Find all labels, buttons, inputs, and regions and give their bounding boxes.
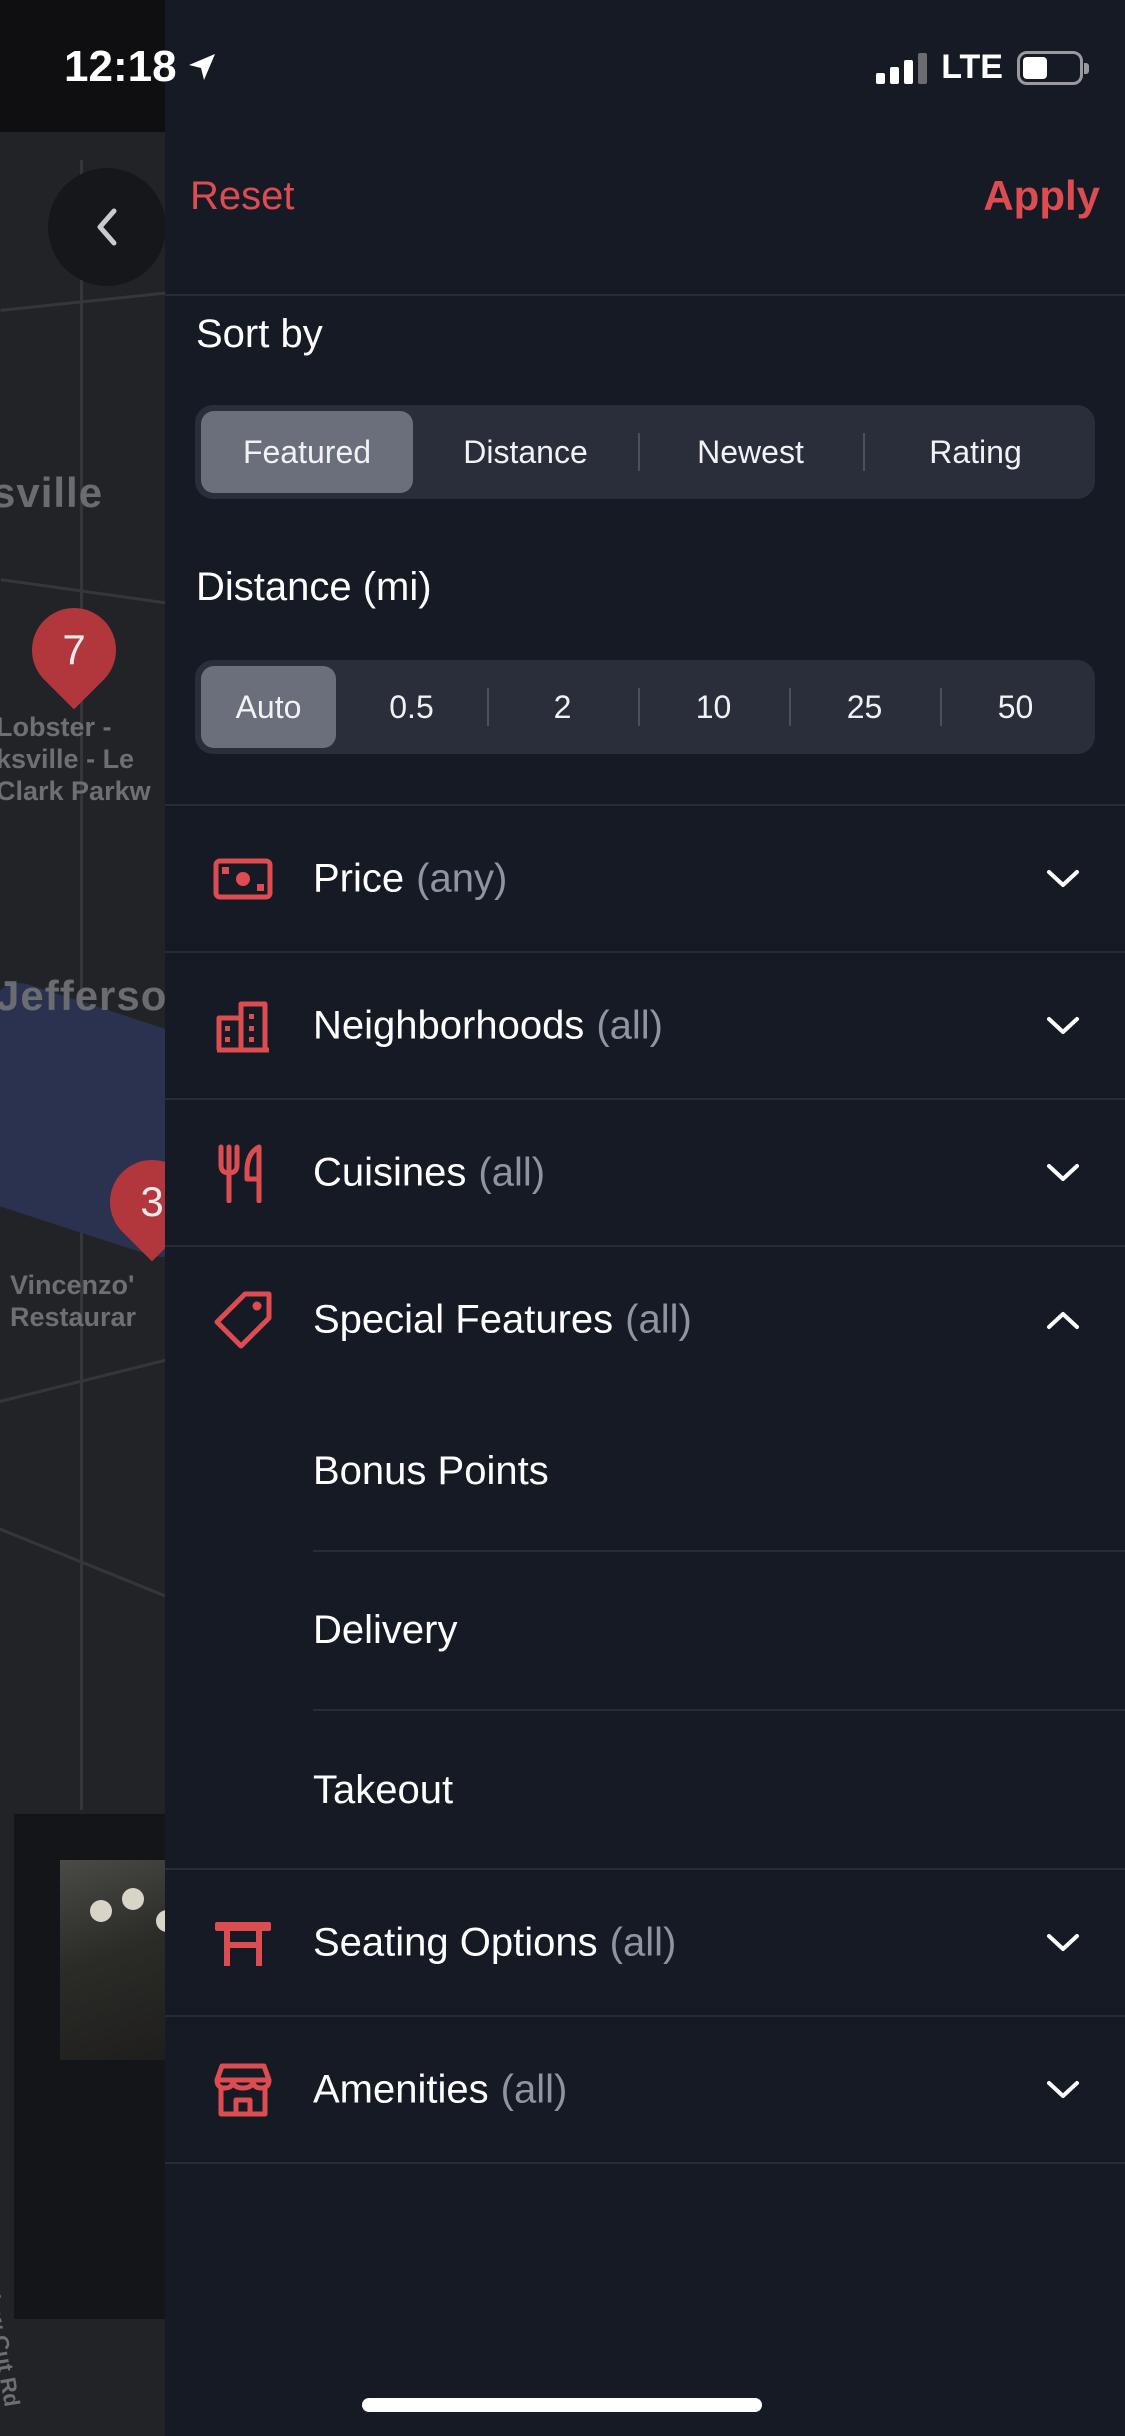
distance-segmented-control: Auto 0.5 2 10 25 50 [195,660,1095,754]
map-label: Vincenzo' [10,1270,135,1300]
battery-icon [1017,50,1089,85]
chevron-down-icon [1043,1923,1083,1963]
chevron-up-icon [1043,1300,1083,1340]
filter-label: Cuisines (all) [313,1150,546,1194]
sort-option-featured[interactable]: Featured [201,411,413,493]
status-time: 12:18 [64,42,217,92]
filter-label: Seating Options (all) [313,1920,677,1964]
map-background: sville Lobster - ksville - Le Clark Park… [0,0,170,2436]
distance-option-10[interactable]: 10 [638,666,789,748]
map-road [0,1355,170,1408]
distance-option-50[interactable]: 50 [940,666,1091,748]
tag-icon [213,1290,273,1350]
filter-row-neighborhoods[interactable]: Neighborhoods (all) [165,951,1125,1098]
status-bar: 12:18 LTE [0,0,1125,132]
filter-label: Price (any) [313,856,508,900]
filter-row-price[interactable]: Price (any) [165,804,1125,951]
filter-row-special-features[interactable]: Special Features (all) [165,1245,1125,1392]
map-label: Lobster - [0,712,112,742]
map-road [0,578,170,605]
special-feature-option[interactable]: Bonus Points [313,1393,1125,1552]
chevron-down-icon [1043,859,1083,899]
map-label: Jefferso [0,972,168,1019]
chevron-down-icon [1043,1153,1083,1193]
filter-header: Reset Apply [165,132,1125,296]
filter-panel: Reset Apply Sort by Featured Distance Ne… [165,0,1125,2436]
map-pin[interactable]: 7 [14,590,134,710]
map-road [0,291,170,312]
distance-option-2[interactable]: 2 [487,666,638,748]
back-button[interactable] [48,168,166,286]
status-indicators: LTE [876,48,1089,87]
network-label: LTE [941,48,1003,86]
home-indicator[interactable] [362,2398,762,2412]
reset-button[interactable]: Reset [190,174,295,219]
filter-label: Amenities (all) [313,2067,568,2111]
sort-option-rating[interactable]: Rating [863,411,1088,493]
store-icon [213,2060,273,2120]
distance-option-25[interactable]: 25 [789,666,940,748]
cash-icon [213,849,273,909]
filter-row-cuisines[interactable]: Cuisines (all) [165,1098,1125,1245]
location-arrow-icon [188,54,215,80]
sort-by-title: Sort by [196,312,323,356]
restaurant-photo [60,1860,170,2060]
map-label: Restaurar [10,1302,137,1332]
distance-option-auto[interactable]: Auto [201,666,336,748]
buildings-icon [213,996,273,1056]
chevron-left-icon [97,208,117,246]
apply-button[interactable]: Apply [983,172,1100,220]
map-label: ksville - Le [0,744,135,774]
map-label: sville [0,469,104,516]
sort-option-distance[interactable]: Distance [413,411,638,493]
map-label: Clark Parkw [0,776,151,806]
signal-icon [876,52,928,84]
special-feature-option[interactable]: Takeout [313,1711,1125,1870]
table-icon [213,1913,273,1973]
distance-option-0-5[interactable]: 0.5 [336,666,487,748]
special-feature-option[interactable]: Delivery [313,1552,1125,1711]
filter-label: Neighborhoods (all) [313,1003,663,1047]
chevron-down-icon [1043,2070,1083,2110]
filter-row-seating-options[interactable]: Seating Options (all) [165,1868,1125,2015]
chevron-down-icon [1043,1006,1083,1046]
filter-row-amenities[interactable]: Amenities (all) [165,2015,1125,2164]
filter-label: Special Features (all) [313,1297,692,1341]
sort-segmented-control: Featured Distance Newest Rating [195,405,1095,499]
sort-option-newest[interactable]: Newest [638,411,863,493]
utensils-icon [213,1143,273,1203]
distance-title: Distance (mi) [196,565,432,609]
map-road [0,1522,170,1601]
